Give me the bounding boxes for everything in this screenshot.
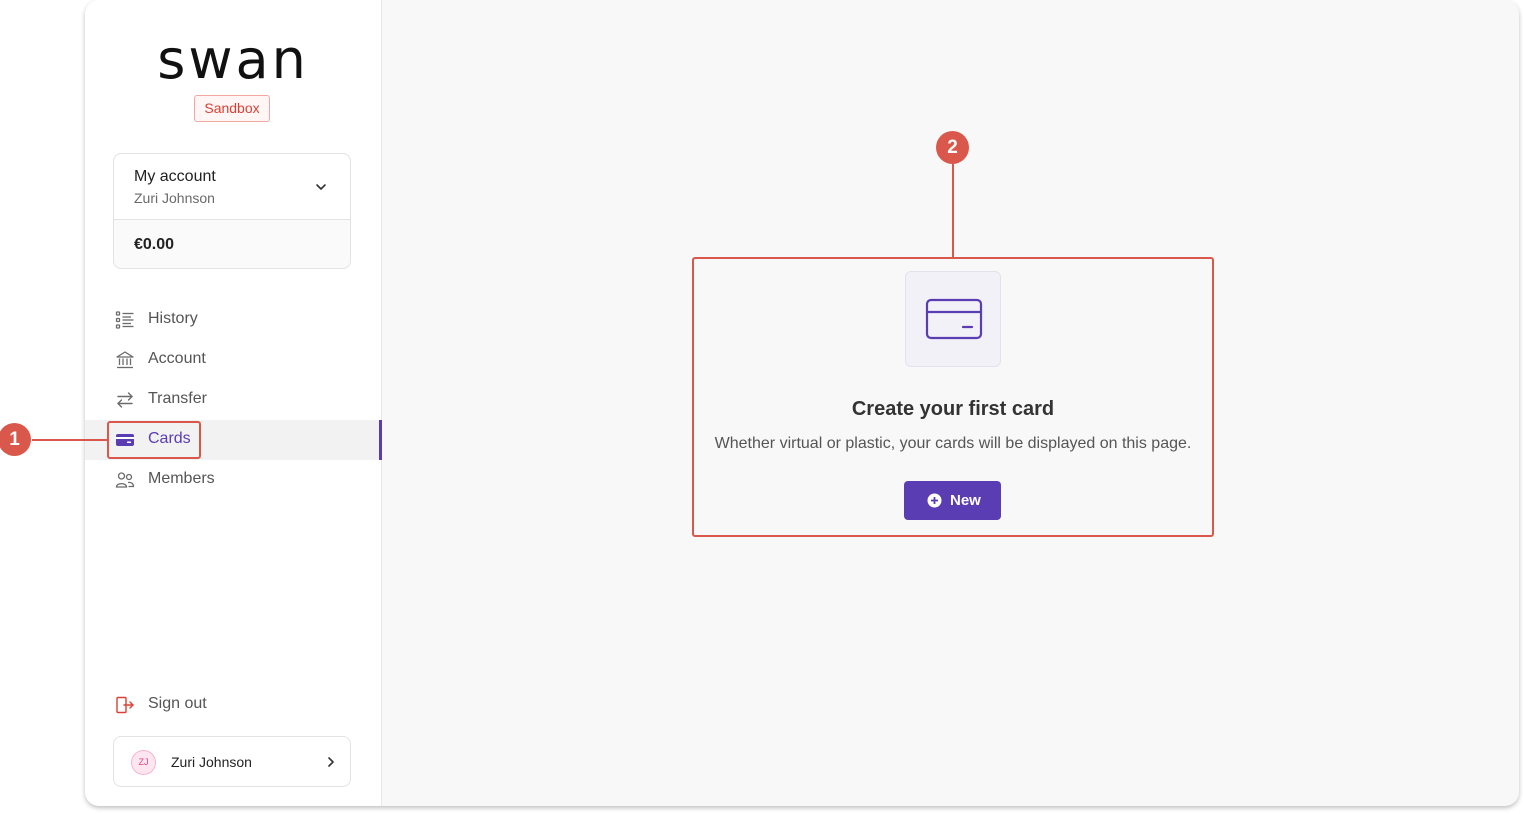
user-profile-button[interactable]: ZJ Zuri Johnson <box>113 736 351 787</box>
sidebar-item-label: Members <box>148 470 215 487</box>
annotation-marker-2: 2 <box>936 131 969 164</box>
sign-out-button[interactable]: Sign out <box>85 685 382 725</box>
members-icon <box>115 472 135 488</box>
account-selector-header[interactable]: My account Zuri Johnson <box>114 154 350 220</box>
svg-text:swan: swan <box>157 38 309 86</box>
avatar: ZJ <box>131 750 156 775</box>
sidebar-item-label: Transfer <box>148 390 207 407</box>
annotation-marker-1: 1 <box>0 423 31 456</box>
transfer-icon <box>117 392 133 408</box>
chevron-down-icon[interactable] <box>314 180 328 194</box>
sign-out-label: Sign out <box>148 695 207 712</box>
list-icon <box>115 311 134 329</box>
sidebar: swan Sandbox My account Zuri Johnson €0.… <box>85 0 382 806</box>
chevron-right-icon <box>328 757 334 767</box>
sidebar-item-account[interactable]: Account <box>85 340 382 380</box>
annotation-connector-1 <box>32 439 107 441</box>
account-title: My account <box>134 168 216 185</box>
sidebar-item-transfer[interactable]: Transfer <box>85 380 382 420</box>
sidebar-item-label: History <box>148 310 198 327</box>
annotation-connector-2 <box>952 164 954 257</box>
bank-icon <box>116 351 134 369</box>
sidebar-item-label: Account <box>148 350 206 367</box>
sidebar-item-members[interactable]: Members <box>85 460 382 500</box>
annotation-box-empty-state <box>692 257 1214 537</box>
account-selector[interactable]: My account Zuri Johnson €0.00 <box>113 153 351 269</box>
account-balance: €0.00 <box>134 236 175 253</box>
sidebar-item-history[interactable]: History <box>85 300 382 340</box>
swan-logo: swan <box>157 38 309 86</box>
user-name: Zuri Johnson <box>171 754 252 770</box>
sandbox-badge: Sandbox <box>194 95 270 122</box>
sign-out-icon <box>116 696 134 714</box>
account-holder-name: Zuri Johnson <box>134 190 215 206</box>
annotation-box-cards <box>107 421 201 459</box>
